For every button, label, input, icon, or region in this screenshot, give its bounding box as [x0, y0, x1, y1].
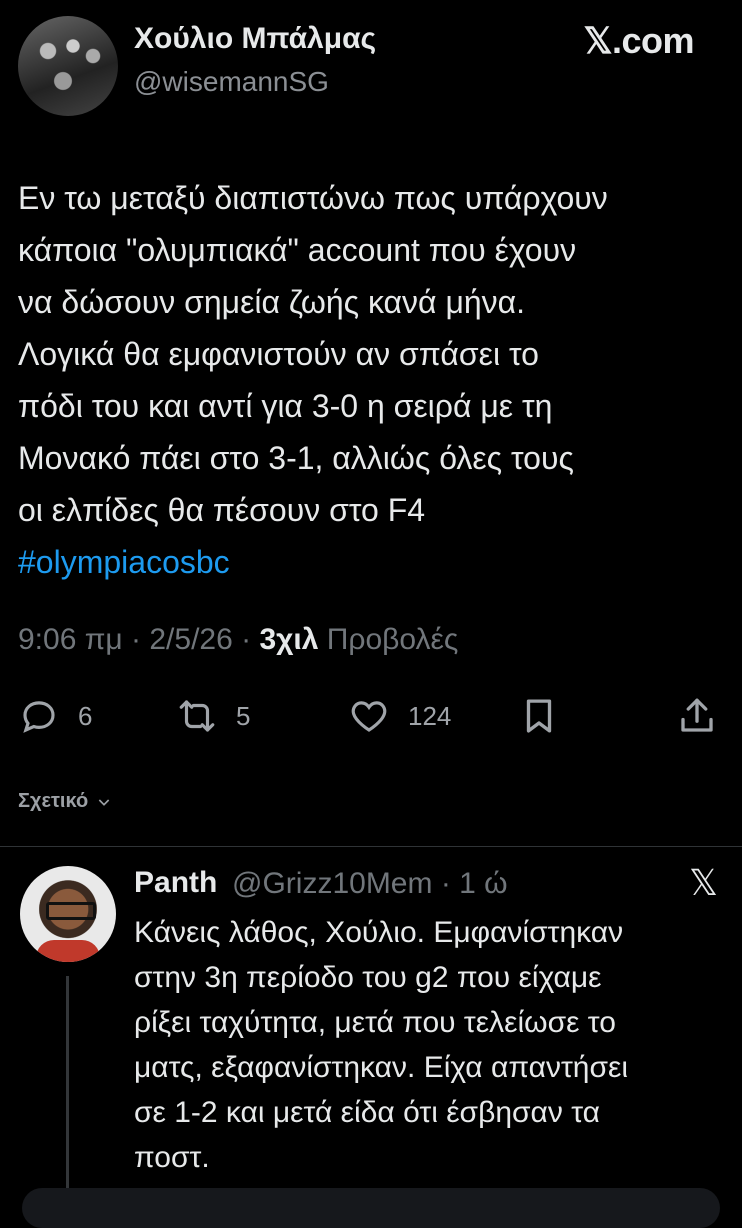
- author-avatar[interactable]: [18, 16, 118, 116]
- tweet-line: πόδι του και αντί για 3-0 η σειρά με τη: [18, 388, 553, 424]
- reply-line: ποστ.: [134, 1141, 210, 1174]
- reply-author-name[interactable]: Panth: [134, 866, 217, 900]
- share-icon: [681, 698, 713, 732]
- tweet-timestamp[interactable]: 9:06 πμ · 2/5/26 ·: [18, 623, 259, 656]
- reply-text: Κάνεις λάθος, Χούλιο. Εμφανίστηκαν στην …: [134, 910, 719, 1180]
- avatar-glasses: [46, 902, 96, 920]
- reply-author-meta[interactable]: @Grizz10Mem · 1 ώ: [232, 867, 508, 901]
- tweet-line: να δώσουν σημεία ζωής κανά μήνα.: [18, 284, 526, 320]
- share-button[interactable]: [676, 694, 718, 738]
- views-count: 3χιλ: [259, 623, 319, 656]
- x-com-logo: 𝕏.com: [583, 20, 694, 61]
- reply-line: σε 1-2 και μετά είδα ότι έσβησαν τα: [134, 1096, 600, 1129]
- author-handle[interactable]: @wisemannSG: [134, 66, 329, 98]
- bookmark-button[interactable]: [518, 694, 560, 738]
- repost-count: 5: [236, 700, 251, 731]
- related-label: Σχετικό: [18, 790, 89, 812]
- repost-icon: [179, 700, 215, 732]
- reply-button[interactable]: 6: [18, 694, 92, 738]
- tweet-line: Λογικά θα εμφανιστούν αν σπάσει το: [18, 336, 539, 372]
- reply-author-avatar[interactable]: [20, 866, 116, 962]
- reply-count: 6: [78, 700, 93, 731]
- compose-reply-bar[interactable]: [22, 1188, 720, 1228]
- reply-icon: [23, 701, 55, 733]
- repost-button[interactable]: 5: [176, 694, 250, 738]
- tweet-line: Μονακό πάει στο 3-1, αλλιώς όλες τους: [18, 440, 574, 476]
- views-label: Προβολές: [318, 623, 459, 656]
- reply-line: στην 3η περίοδο του g2 που είχαμε: [134, 961, 602, 994]
- tweet-text: Εν τω μεταξύ διαπιστώνω πως υπάρχουν κάπ…: [18, 172, 718, 588]
- divider: [0, 846, 742, 847]
- hashtag-link[interactable]: #olympiacosbc: [18, 536, 718, 588]
- x-logo-icon: 𝕏: [688, 862, 718, 903]
- tweet-line: οι ελπίδες θα πέσουν στο F4: [18, 492, 426, 528]
- avatar-shirt: [36, 940, 100, 962]
- author-display-name[interactable]: Χούλιο Μπάλμας: [134, 22, 376, 56]
- related-filter[interactable]: Σχετικό: [18, 790, 112, 813]
- reply-line: ρίξει ταχύτητα, μετά που τελείωσε το: [134, 1006, 616, 1039]
- tweet-meta: 9:06 πμ · 2/5/26 · 3χιλ Προβολές: [18, 623, 458, 657]
- heart-icon: [351, 701, 387, 732]
- chevron-down-icon: [98, 798, 110, 806]
- like-count: 124: [408, 700, 452, 731]
- tweet-line: κάποια "ολυμπιακά" account που έχουν: [18, 232, 577, 268]
- tweet-line: Εν τω μεταξύ διαπιστώνω πως υπάρχουν: [18, 180, 608, 216]
- bookmark-icon: [526, 699, 552, 733]
- reply-line: ματς, εξαφανίστηκαν. Είχα απαντήσει: [134, 1051, 629, 1084]
- like-button[interactable]: 124: [348, 694, 451, 738]
- reply-line: Κάνεις λάθος, Χούλιο. Εμφανίστηκαν: [134, 916, 624, 949]
- thread-line: [66, 976, 69, 1196]
